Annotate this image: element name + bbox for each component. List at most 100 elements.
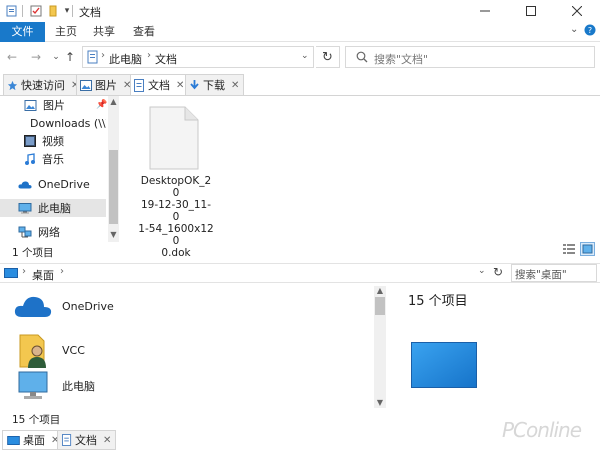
generic-file-icon: [149, 106, 199, 170]
bottom-search-placeholder: 搜索"桌面": [515, 269, 567, 281]
scroll-up-icon[interactable]: ▲: [108, 97, 119, 106]
maximize-button[interactable]: [508, 0, 554, 22]
document-location-icon: [87, 50, 99, 64]
search-box[interactable]: 搜索"文档": [345, 46, 595, 68]
refresh-button[interactable]: ↻: [316, 46, 340, 68]
breadcrumb-separator-icon[interactable]: ›: [60, 266, 64, 277]
tab-documents[interactable]: 文档 ✕: [130, 74, 190, 96]
scroll-up-icon[interactable]: ▲: [374, 286, 386, 295]
tab-quick-access[interactable]: 快速访问 ✕: [3, 74, 85, 96]
up-button[interactable]: ↑: [62, 46, 78, 68]
close-tab-icon[interactable]: ✕: [231, 80, 239, 91]
bottom-item-this-pc[interactable]: 此电脑: [14, 366, 95, 406]
svg-text:?: ?: [588, 26, 592, 35]
tab-share[interactable]: 共享: [86, 22, 122, 42]
nav-item-this-pc[interactable]: 此电脑: [0, 199, 106, 217]
onedrive-icon: [18, 180, 32, 188]
address-bar[interactable]: › 此电脑 › 文档 ⌄: [82, 46, 314, 68]
download-icon: [190, 80, 199, 90]
breadcrumb-this-pc[interactable]: 此电脑: [109, 51, 142, 67]
preview-item-count: 15 个项目: [408, 294, 468, 309]
status-item-count: 1 个项目: [12, 247, 54, 259]
bottom-tab-documents[interactable]: 文档 ✕: [57, 430, 117, 450]
tab-view[interactable]: 查看: [126, 22, 162, 42]
help-icon[interactable]: ?: [584, 24, 596, 36]
breadcrumb-separator-icon[interactable]: ›: [147, 50, 151, 61]
close-tab-icon[interactable]: ✕: [176, 80, 184, 91]
user-folder-icon: [19, 334, 46, 368]
picture-icon: [80, 79, 92, 91]
bottom-status-item-count: 15 个项目: [12, 414, 61, 426]
nav-scroll-thumb[interactable]: [109, 150, 118, 224]
document-icon: [62, 434, 72, 446]
bottom-search-box[interactable]: 搜索"桌面": [511, 264, 597, 282]
network-icon: [18, 226, 32, 238]
desktop-icon: [7, 435, 20, 445]
document-icon: [134, 78, 144, 92]
large-icons-view-icon: [582, 244, 593, 254]
music-icon: [25, 153, 35, 165]
bottom-refresh-icon[interactable]: ↻: [493, 265, 503, 279]
breadcrumb-separator-icon[interactable]: ›: [101, 50, 105, 61]
star-icon: [7, 80, 18, 90]
forward-arrow-icon: →: [30, 50, 42, 64]
scroll-down-icon[interactable]: ▼: [374, 398, 386, 407]
pin-icon[interactable]: 📌: [96, 100, 107, 110]
desktop-location-icon: [4, 268, 18, 278]
title-separator: [72, 5, 73, 17]
details-view-icon[interactable]: [563, 243, 575, 255]
close-tab-icon[interactable]: ✕: [103, 435, 111, 446]
tab-pictures[interactable]: 图片 ✕: [76, 74, 137, 96]
ribbon-expand-icon[interactable]: ⌄: [570, 24, 578, 35]
up-arrow-icon: ↑: [64, 50, 76, 64]
close-icon: [572, 6, 582, 16]
bottom-item-vcc[interactable]: VCC: [14, 330, 85, 370]
bottom-scroll-thumb[interactable]: [375, 297, 385, 315]
computer-icon: [18, 202, 32, 213]
close-button[interactable]: [554, 0, 600, 22]
ribbon-tabs: 文件 主页 共享 查看 ⌄ ?: [0, 22, 600, 42]
tab-file[interactable]: 文件: [0, 22, 45, 42]
nav-item-network[interactable]: 网络: [0, 223, 106, 241]
bottom-tab-desktop[interactable]: 桌面 ✕: [2, 430, 65, 450]
video-icon: [24, 135, 36, 147]
qat-separator: [22, 5, 23, 17]
file-item-name[interactable]: DesktopOK_20 19-12-30_11-0 1-54_1600x120…: [138, 175, 214, 259]
watermark: PConline: [502, 418, 582, 442]
nav-item-music[interactable]: 音乐: [0, 150, 106, 168]
file-item-icon[interactable]: [149, 106, 199, 170]
maximize-icon: [526, 6, 536, 16]
onedrive-icon: [14, 296, 52, 317]
app-folder-icon[interactable]: [4, 4, 20, 18]
search-icon: [356, 51, 368, 63]
back-button[interactable]: ←: [4, 46, 20, 68]
nav-item-onedrive[interactable]: OneDrive: [0, 175, 106, 193]
nav-item-pictures[interactable]: 图片 📌: [0, 96, 107, 114]
bottom-item-onedrive[interactable]: OneDrive: [14, 286, 114, 326]
address-dropdown-icon[interactable]: ⌄: [301, 51, 309, 61]
properties-icon[interactable]: [28, 4, 44, 18]
bottom-address-dropdown-icon[interactable]: ⌄: [478, 266, 486, 276]
desktop-preview-image: [411, 342, 477, 388]
nav-item-downloads[interactable]: Downloads (\\V: [0, 114, 106, 132]
window-title: 文档: [79, 6, 101, 19]
search-placeholder: 搜索"文档": [374, 53, 429, 66]
large-icons-view-button[interactable]: [580, 242, 595, 256]
minimize-button[interactable]: [462, 0, 508, 22]
picture-icon: [24, 99, 37, 111]
tab-home[interactable]: 主页: [48, 22, 84, 42]
chevron-down-icon: ⌄: [52, 52, 60, 62]
tab-downloads[interactable]: 下载 ✕: [185, 74, 245, 96]
desktop-preview-icon: [411, 342, 477, 388]
scroll-down-icon[interactable]: ▼: [108, 230, 119, 239]
breadcrumb-separator-icon[interactable]: ›: [22, 266, 26, 277]
refresh-icon: ↻: [322, 49, 333, 65]
computer-icon: [18, 371, 48, 399]
minimize-icon: [480, 10, 490, 12]
back-arrow-icon: ←: [6, 50, 18, 64]
bottom-address-bar[interactable]: [0, 263, 600, 283]
forward-button[interactable]: →: [28, 46, 44, 68]
breadcrumb-documents[interactable]: 文档: [155, 51, 177, 67]
nav-item-videos[interactable]: 视频: [0, 132, 106, 150]
breadcrumb-desktop[interactable]: 桌面: [32, 267, 54, 283]
